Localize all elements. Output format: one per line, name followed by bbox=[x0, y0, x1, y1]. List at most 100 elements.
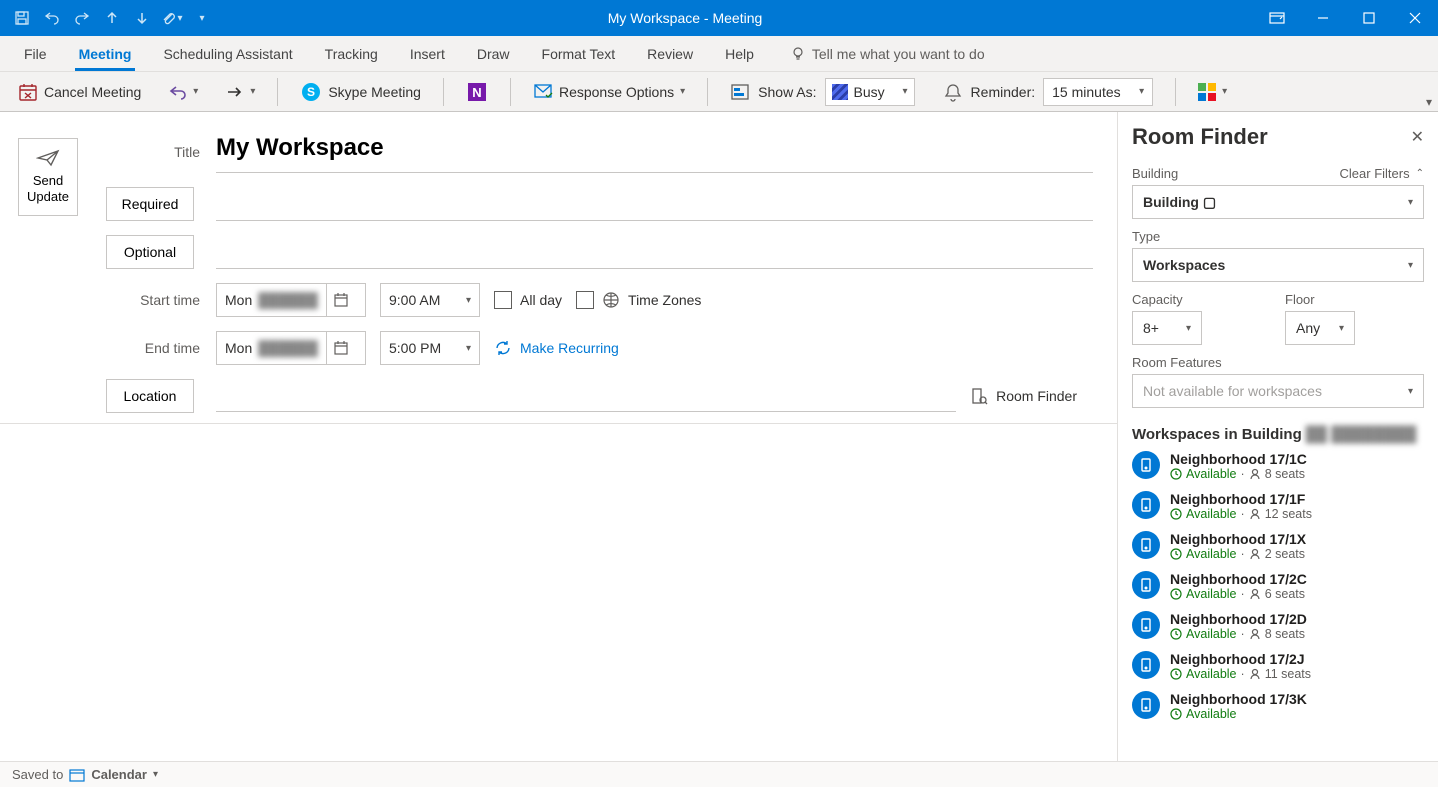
end-time-select[interactable]: 5:00 PM▾ bbox=[380, 331, 480, 365]
tab-help[interactable]: Help bbox=[709, 36, 770, 71]
workspace-item[interactable]: Neighborhood 17/2D Available · 8 seats bbox=[1132, 611, 1424, 641]
clock-icon bbox=[1170, 548, 1182, 560]
svg-text:S: S bbox=[307, 85, 315, 99]
all-day-checkbox[interactable]: All day bbox=[494, 291, 562, 309]
workspace-name: Neighborhood 17/2C bbox=[1170, 571, 1307, 587]
clock-icon bbox=[1170, 628, 1182, 640]
tell-me-search[interactable]: Tell me what you want to do bbox=[790, 36, 985, 71]
building-select[interactable]: Building ▢▾ bbox=[1132, 185, 1424, 219]
save-icon[interactable] bbox=[8, 4, 36, 32]
room-finder-pane: Room Finder ✕ Building Clear Filters⌃ Bu… bbox=[1118, 112, 1438, 761]
pane-title: Room Finder bbox=[1132, 124, 1268, 150]
close-icon[interactable] bbox=[1392, 0, 1438, 36]
end-date-picker[interactable]: Mon██████ bbox=[216, 331, 366, 365]
tab-meeting[interactable]: Meeting bbox=[63, 36, 148, 71]
workspace-item[interactable]: Neighborhood 17/1C Available · 8 seats bbox=[1132, 451, 1424, 481]
show-as-group: Show As: Busy ▾ bbox=[724, 74, 920, 110]
person-icon bbox=[1249, 628, 1261, 640]
collapse-ribbon-icon[interactable]: ▾ bbox=[1426, 95, 1432, 109]
attach-icon[interactable]: ▾ bbox=[158, 4, 186, 32]
floor-select[interactable]: Any▾ bbox=[1285, 311, 1355, 345]
required-field[interactable] bbox=[216, 187, 1093, 221]
workspace-icon bbox=[1132, 571, 1160, 599]
person-icon bbox=[1249, 548, 1261, 560]
redo-icon[interactable] bbox=[68, 4, 96, 32]
forward-icon bbox=[226, 84, 244, 100]
pane-close-icon[interactable]: ✕ bbox=[1411, 127, 1424, 147]
show-as-select[interactable]: Busy ▾ bbox=[825, 78, 915, 106]
calendar-icon[interactable] bbox=[326, 332, 356, 364]
clock-icon bbox=[1170, 508, 1182, 520]
workspace-name: Neighborhood 17/3K bbox=[1170, 691, 1307, 707]
window-title: My Workspace - Meeting bbox=[216, 10, 1254, 26]
send-update-button[interactable]: Send Update bbox=[18, 138, 78, 216]
type-select[interactable]: Workspaces▾ bbox=[1132, 248, 1424, 282]
title-input[interactable] bbox=[216, 130, 1093, 173]
globe-icon bbox=[602, 291, 620, 309]
capacity-select[interactable]: 8+▾ bbox=[1132, 311, 1202, 345]
undo-icon[interactable] bbox=[38, 4, 66, 32]
title-bar: ▾ ▾ My Workspace - Meeting bbox=[0, 0, 1438, 36]
status-bar: Saved to Calendar ▾ bbox=[0, 761, 1438, 787]
calendar-icon[interactable] bbox=[326, 284, 356, 316]
time-zones-checkbox[interactable]: Time Zones bbox=[576, 291, 701, 309]
room-finder-button[interactable]: Room Finder bbox=[970, 387, 1093, 405]
minimize-icon[interactable] bbox=[1300, 0, 1346, 36]
undo-split-button[interactable]: ▾ bbox=[163, 80, 204, 104]
categorize-button[interactable]: ▾ bbox=[1192, 79, 1233, 105]
calendar-icon bbox=[69, 768, 85, 782]
optional-button[interactable]: Optional bbox=[106, 235, 194, 269]
workspace-name: Neighborhood 17/1F bbox=[1170, 491, 1312, 507]
response-icon bbox=[533, 82, 553, 102]
workspaces-heading: Workspaces in Building██ ████████ bbox=[1132, 426, 1424, 443]
prev-item-icon[interactable] bbox=[98, 4, 126, 32]
tab-draw[interactable]: Draw bbox=[461, 36, 526, 71]
onenote-button[interactable]: N bbox=[460, 77, 494, 107]
clock-icon bbox=[1170, 668, 1182, 680]
tab-scheduling[interactable]: Scheduling Assistant bbox=[147, 36, 308, 71]
response-options-button[interactable]: Response Options ▾ bbox=[527, 78, 691, 106]
make-recurring-link[interactable]: Make Recurring bbox=[494, 339, 619, 357]
next-item-icon[interactable] bbox=[128, 4, 156, 32]
svg-text:N: N bbox=[472, 85, 481, 100]
categorize-icon bbox=[1198, 83, 1216, 101]
onenote-icon: N bbox=[466, 81, 488, 103]
tab-file[interactable]: File bbox=[8, 36, 63, 71]
start-time-select[interactable]: 9:00 AM▾ bbox=[380, 283, 480, 317]
cancel-meeting-button[interactable]: Cancel Meeting bbox=[12, 78, 147, 106]
location-button[interactable]: Location bbox=[106, 379, 194, 413]
workspace-item[interactable]: Neighborhood 17/2J Available · 11 seats bbox=[1132, 651, 1424, 681]
saved-to-calendar[interactable]: Calendar bbox=[91, 767, 147, 782]
redo-split-button[interactable]: ▾ bbox=[220, 80, 261, 104]
reminder-select[interactable]: 15 minutes ▾ bbox=[1043, 78, 1153, 106]
person-icon bbox=[1249, 588, 1261, 600]
ribbon-tabs: File Meeting Scheduling Assistant Tracki… bbox=[0, 36, 1438, 72]
workspace-item[interactable]: Neighborhood 17/1F Available · 12 seats bbox=[1132, 491, 1424, 521]
recurring-icon bbox=[494, 339, 512, 357]
tab-tracking[interactable]: Tracking bbox=[309, 36, 394, 71]
person-icon bbox=[1249, 468, 1261, 480]
building-label: Building bbox=[1132, 166, 1178, 181]
chevron-down-icon[interactable]: ▾ bbox=[153, 769, 158, 780]
workspace-item[interactable]: Neighborhood 17/2C Available · 6 seats bbox=[1132, 571, 1424, 601]
workspace-item[interactable]: Neighborhood 17/3K Available bbox=[1132, 691, 1424, 721]
workspace-icon bbox=[1132, 691, 1160, 719]
clear-filters-link[interactable]: Clear Filters⌃ bbox=[1340, 166, 1424, 181]
ribbon-display-icon[interactable] bbox=[1254, 0, 1300, 36]
optional-field[interactable] bbox=[216, 235, 1093, 269]
customize-qat-icon[interactable]: ▾ bbox=[188, 4, 216, 32]
required-button[interactable]: Required bbox=[106, 187, 194, 221]
tab-format[interactable]: Format Text bbox=[526, 36, 632, 71]
maximize-icon[interactable] bbox=[1346, 0, 1392, 36]
body-editor[interactable] bbox=[0, 423, 1117, 761]
location-field[interactable] bbox=[216, 380, 956, 412]
floor-label: Floor bbox=[1285, 292, 1424, 307]
tab-review[interactable]: Review bbox=[631, 36, 709, 71]
workspace-item[interactable]: Neighborhood 17/1X Available · 2 seats bbox=[1132, 531, 1424, 561]
workspace-name: Neighborhood 17/1C bbox=[1170, 451, 1307, 467]
cancel-icon bbox=[18, 82, 38, 102]
skype-meeting-button[interactable]: S Skype Meeting bbox=[294, 77, 427, 107]
tab-insert[interactable]: Insert bbox=[394, 36, 461, 71]
workspace-name: Neighborhood 17/2J bbox=[1170, 651, 1311, 667]
start-date-picker[interactable]: Mon██████ bbox=[216, 283, 366, 317]
